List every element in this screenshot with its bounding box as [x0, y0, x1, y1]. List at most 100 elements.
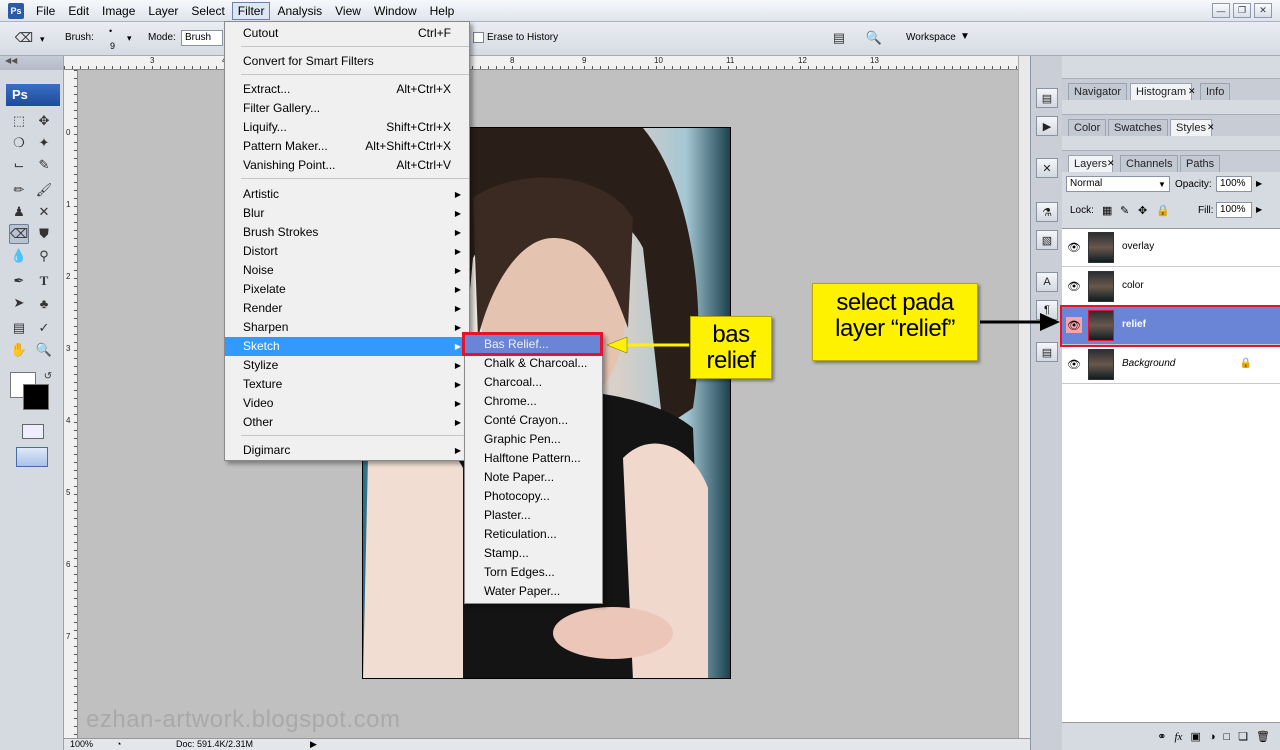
new-layer-icon[interactable]: ❏ [1238, 730, 1248, 743]
menu-item-stylize[interactable]: Stylize ▶ [225, 356, 469, 375]
visibility-eye-icon[interactable]: 👁 [1066, 239, 1082, 255]
slice-icon[interactable]: ✎ [34, 155, 54, 175]
lasso-icon[interactable]: ❍ [9, 133, 29, 153]
vertical-scrollbar[interactable] [1018, 56, 1030, 738]
clone-stamp-icon[interactable]: ♟ [9, 202, 29, 222]
blend-mode-select[interactable]: Normal [1066, 176, 1170, 192]
layer-comps-icon[interactable]: ▤ [1036, 342, 1058, 362]
submenu-item-note-paper[interactable]: Note Paper... [465, 468, 602, 487]
healing-brush-icon[interactable]: ✏ [9, 180, 29, 200]
tool-presets-icon[interactable]: ✕ [1036, 158, 1058, 178]
crop-icon[interactable]: ⌙ [9, 155, 29, 175]
menu-view[interactable]: View [329, 2, 367, 20]
workspace-arrow-icon[interactable]: ▼ [960, 31, 970, 42]
menu-help[interactable]: Help [424, 2, 461, 20]
layer-row-relief[interactable]: 👁 relief [1060, 305, 1280, 347]
blend-mode-arrow-icon[interactable]: ▼ [1158, 180, 1166, 189]
adjustment-layer-icon[interactable]: ◑ [1209, 731, 1216, 743]
submenu-item-reticulation[interactable]: Reticulation... [465, 525, 602, 544]
menu-item-texture[interactable]: Texture ▶ [225, 375, 469, 394]
status-icon[interactable]: ◔ [116, 739, 121, 749]
paint-bucket-icon[interactable]: ⛊ [34, 224, 54, 244]
layer-row-color[interactable]: 👁 color [1062, 268, 1280, 306]
menu-item-digimarc[interactable]: Digimarc ▶ [225, 441, 469, 460]
menu-layer[interactable]: Layer [142, 2, 184, 20]
quick-mask-icon[interactable] [22, 424, 44, 439]
tab-swatches[interactable]: Swatches [1108, 119, 1168, 136]
visibility-eye-icon[interactable]: 👁 [1066, 356, 1082, 372]
move-icon[interactable]: ✥ [34, 111, 54, 131]
history-brush-icon[interactable]: ✕ [34, 202, 54, 222]
close-icon[interactable]: ✕ [1254, 3, 1272, 18]
submenu-item-chalk-charcoal[interactable]: Chalk & Charcoal... [465, 354, 602, 373]
submenu-item-torn-edges[interactable]: Torn Edges... [465, 563, 602, 582]
submenu-item-water-paper[interactable]: Water Paper... [465, 582, 602, 601]
menu-image[interactable]: Image [96, 2, 141, 20]
zoom-icon[interactable]: 🔍 [34, 340, 54, 360]
lock-position-icon[interactable]: ✥ [1138, 204, 1147, 217]
close-tab-icon[interactable]: ✕ [1207, 122, 1215, 133]
type-icon[interactable]: T [34, 271, 54, 291]
fill-field[interactable]: 100% [1216, 202, 1252, 218]
menu-analysis[interactable]: Analysis [271, 2, 328, 20]
submenu-item-photocopy[interactable]: Photocopy... [465, 487, 602, 506]
brush-picker-arrow-icon[interactable]: ▾ [127, 33, 132, 44]
fx-icon[interactable]: fx [1174, 731, 1182, 743]
menu-select[interactable]: Select [185, 2, 230, 20]
menu-file[interactable]: File [30, 2, 61, 20]
minimize-icon[interactable]: — [1212, 3, 1230, 18]
menu-item-blur[interactable]: Blur ▶ [225, 204, 469, 223]
notes-icon[interactable]: ▤ [9, 318, 29, 338]
blur-icon[interactable]: 💧 [9, 246, 29, 266]
menu-item-cutout[interactable]: Cutout Ctrl+F [225, 24, 469, 43]
menu-item-sketch[interactable]: Sketch ▶ [225, 337, 469, 356]
path-selection-icon[interactable]: ➤ [9, 293, 29, 313]
palette-well-icon[interactable]: ▤ [829, 28, 849, 48]
brush-size-value[interactable]: 9 [110, 41, 115, 51]
menu-item-other[interactable]: Other ▶ [225, 413, 469, 432]
menu-item-video[interactable]: Video ▶ [225, 394, 469, 413]
actions-panel-icon[interactable]: ▶ [1036, 116, 1058, 136]
tab-histogram[interactable]: Histogram [1130, 83, 1193, 100]
close-tab-icon[interactable]: ✕ [1107, 158, 1115, 169]
eyedropper-icon[interactable]: ✓ [34, 318, 54, 338]
menu-item-brush-strokes[interactable]: Brush Strokes ▶ [225, 223, 469, 242]
menu-edit[interactable]: Edit [62, 2, 95, 20]
submenu-item-stamp[interactable]: Stamp... [465, 544, 602, 563]
visibility-eye-icon[interactable]: 👁 [1066, 317, 1082, 333]
history-panel-icon[interactable]: ▤ [1036, 88, 1058, 108]
lock-all-icon[interactable]: 🔒 [1156, 204, 1170, 217]
zoom-level[interactable]: 100% [70, 739, 93, 749]
tab-navigator[interactable]: Navigator [1068, 83, 1128, 100]
erase-history-checkbox[interactable] [473, 32, 484, 43]
menu-item-filter-gallery[interactable]: Filter Gallery... [225, 99, 469, 118]
magic-wand-icon[interactable]: ✦ [34, 133, 54, 153]
submenu-item-charcoal[interactable]: Charcoal... [465, 373, 602, 392]
dodge-icon[interactable]: ⚲ [34, 246, 54, 266]
marquee-icon[interactable]: ⬚ [9, 111, 29, 131]
delete-layer-icon[interactable]: 🗑 [1256, 730, 1270, 743]
menu-item-convert-smart[interactable]: Convert for Smart Filters [225, 52, 469, 71]
brushes-panel-icon[interactable]: ⚗ [1036, 202, 1058, 222]
add-mask-icon[interactable]: ▣ [1190, 730, 1200, 743]
fill-arrow-icon[interactable]: ▶ [1256, 205, 1262, 214]
swap-colors-icon[interactable]: ↺ [38, 366, 58, 386]
mode-select[interactable]: Brush [181, 30, 223, 46]
workspace-menu[interactable]: Workspace [906, 32, 956, 43]
menu-item-sharpen[interactable]: Sharpen ▶ [225, 318, 469, 337]
menu-item-artistic[interactable]: Artistic ▶ [225, 185, 469, 204]
background-color-swatch[interactable] [23, 384, 49, 410]
visibility-eye-icon[interactable]: 👁 [1066, 278, 1082, 294]
menu-item-liquify[interactable]: Liquify... Shift+Ctrl+X [225, 118, 469, 137]
status-menu-arrow-icon[interactable]: ▶ [310, 739, 317, 750]
eraser-icon[interactable]: ⌫ [9, 224, 29, 244]
new-group-icon[interactable]: □ [1224, 731, 1231, 743]
custom-shape-icon[interactable]: ♣ [34, 293, 54, 313]
opacity-arrow-icon[interactable]: ▶ [1256, 179, 1262, 188]
close-tab-icon[interactable]: ✕ [1188, 86, 1196, 97]
menu-item-vanishing-point[interactable]: Vanishing Point... Alt+Ctrl+V [225, 156, 469, 175]
toolbox-grip[interactable]: ◀◀ [0, 56, 63, 70]
hand-icon[interactable]: ✋ [9, 340, 29, 360]
dropdown-arrow-icon[interactable]: ▾ [40, 34, 45, 45]
tab-paths[interactable]: Paths [1180, 155, 1221, 172]
